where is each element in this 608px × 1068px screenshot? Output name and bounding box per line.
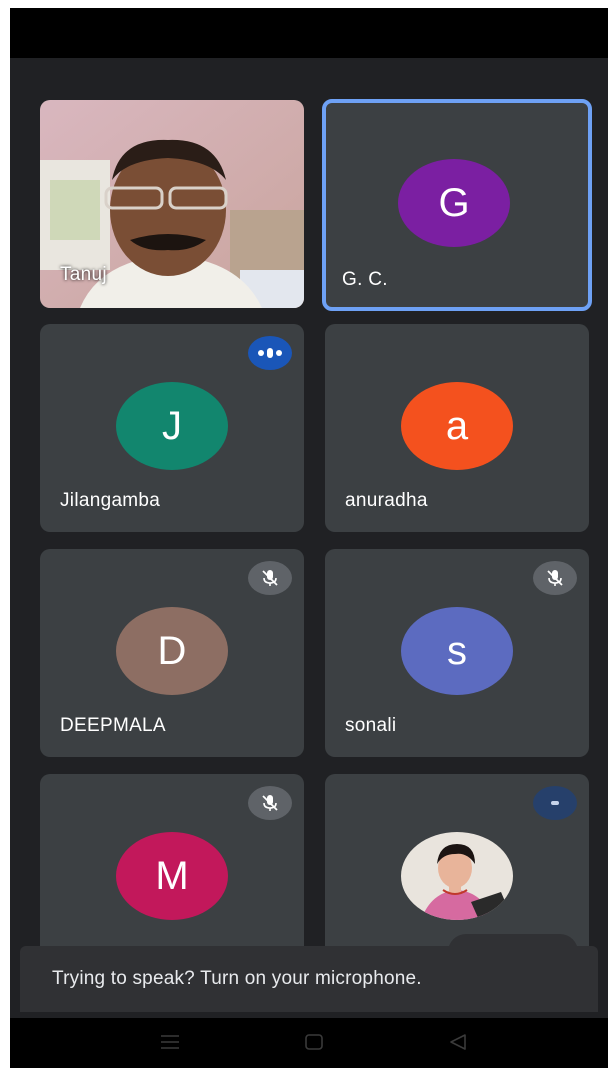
avatar: a [401,382,513,470]
participant-photo [401,832,513,920]
participant-name: G. C. [342,269,388,290]
participant-tile-photo[interactable] [325,774,589,954]
toast-message: Trying to speak? Turn on your microphone… [52,968,422,989]
participant-tile-m[interactable]: M [40,774,304,954]
participant-tile-gc[interactable]: G G. C. [322,99,592,311]
mic-off-icon [248,786,292,820]
avatar: G [398,159,510,247]
avatar: J [116,382,228,470]
participant-name: DEEPMALA [60,715,166,736]
participant-name: Tanuj [60,264,107,285]
avatar: D [116,607,228,695]
participant-tile-deepmala[interactable]: D DEEPMALA [40,549,304,757]
speaking-indicator-icon [533,786,577,820]
avatar: s [401,607,513,695]
avatar: M [116,832,228,920]
menu-icon[interactable] [160,1032,180,1052]
home-icon[interactable] [304,1032,324,1052]
participant-name: anuradha [345,490,428,511]
mic-off-icon [248,561,292,595]
meeting-screen: Tanuj G G. C. J Jilangamba a anuradha D [10,8,608,1068]
participant-tile-sonali[interactable]: s sonali [325,549,589,757]
participant-tile-tanuj[interactable]: Tanuj [40,100,304,308]
status-bar [10,8,608,58]
system-navigation-bar [10,1018,608,1068]
mic-off-icon [533,561,577,595]
back-icon[interactable] [448,1032,468,1052]
speaking-indicator-icon [248,336,292,370]
participant-tile-jilangamba[interactable]: J Jilangamba [40,324,304,532]
participant-tile-anuradha[interactable]: a anuradha [325,324,589,532]
participant-name: Jilangamba [60,490,161,511]
mic-prompt-toast[interactable]: Trying to speak? Turn on your microphone… [20,946,598,1012]
participant-name: sonali [345,715,397,736]
